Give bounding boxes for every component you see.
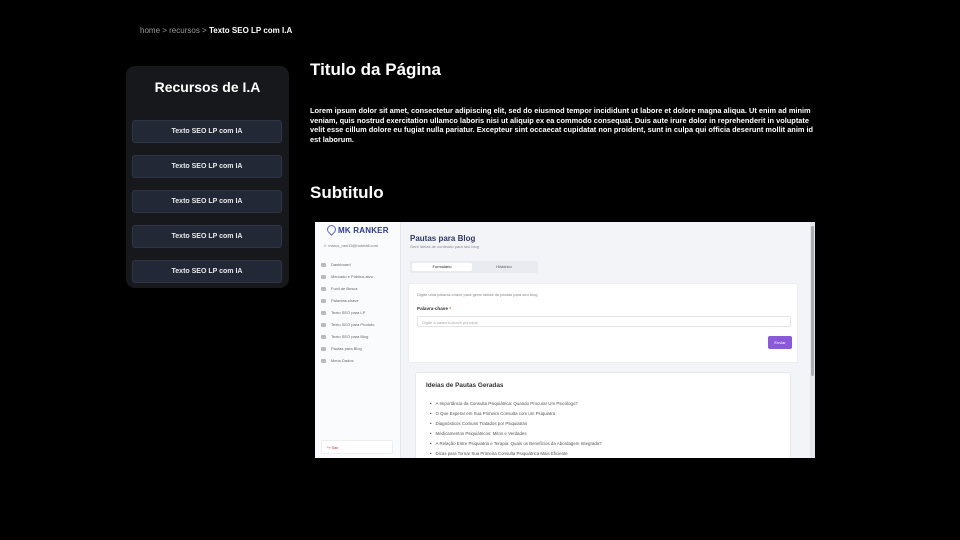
required-mark: * — [449, 306, 451, 311]
sidebar-item-button[interactable]: Texto SEO LP com IA — [132, 120, 282, 143]
breadcrumb-separator: > — [160, 26, 170, 35]
app-menu-item[interactable]: Dashboard — [321, 262, 351, 267]
user-email: ☺ marco_raw15@hotmail.com — [323, 243, 378, 248]
app-menu-item[interactable]: Mercado e Público-alvo — [321, 274, 373, 279]
doc-icon — [321, 334, 326, 339]
breadcrumb-current: Texto SEO LP com I.A — [208, 26, 293, 35]
app-sidebar: MK RANKER ☺ marco_raw15@hotmail.com Dash… — [315, 222, 401, 458]
app-menu-label: Dashboard — [331, 262, 351, 267]
keyword-label-text: Palavra-chave — [417, 306, 448, 311]
page-subtitle: Subtitulo — [310, 183, 384, 202]
doc-icon — [321, 322, 326, 327]
breadcrumb-recursos[interactable]: recursos — [169, 26, 200, 35]
resources-sidebar: Recursos de I.A Texto SEO LP com IA Text… — [126, 66, 289, 288]
app-menu-label: Meus Dados — [331, 358, 354, 363]
idea-item: Diagnósticos Comuns Tratados por Psiquia… — [430, 421, 528, 426]
app-logo: MK RANKER — [325, 223, 389, 236]
sidebar-item-button[interactable]: Texto SEO LP com IA — [132, 155, 282, 178]
tab-historico[interactable]: Histórico — [474, 263, 534, 271]
breadcrumb-home[interactable]: home — [140, 26, 160, 35]
app-menu-label: Texto SEO para LP — [331, 310, 366, 315]
app-menu-item[interactable]: Meus Dados — [321, 358, 353, 363]
app-tabs: Formulário Histórico — [410, 261, 538, 273]
user-email-text: marco_raw15@hotmail.com — [328, 243, 379, 248]
app-menu-item[interactable]: Texto SEO para Blog — [321, 334, 368, 339]
app-menu-label: Pautas para Blog — [331, 346, 362, 351]
submit-button[interactable]: Enviar — [768, 336, 792, 349]
sidebar-item-button[interactable]: Texto SEO LP com IA — [132, 190, 282, 213]
idea-item: A Relação Entre Psiquiatria e Terapia: Q… — [430, 441, 602, 446]
app-menu-item[interactable]: Pautas para Blog — [321, 346, 362, 351]
app-screenshot: MK RANKER ☺ marco_raw15@hotmail.com Dash… — [315, 222, 815, 458]
tab-formulario[interactable]: Formulário — [412, 263, 472, 271]
scrollbar-thumb[interactable] — [811, 226, 814, 376]
idea-item: A Importância da Consulta Psiquiátrica: … — [430, 401, 578, 406]
idea-item: Medicamentos Psiquiátricos: Mitos e Verd… — [430, 431, 527, 436]
form-card: Digite uma palavra-chave para gerar idei… — [408, 283, 798, 363]
scrollbar[interactable] — [810, 222, 815, 458]
app-menu-label: Palavras-chave — [331, 298, 359, 303]
app-page-title: Pautas para Blog — [410, 234, 476, 243]
idea-item: O Que Esperar em Sua Primeira Consulta c… — [430, 411, 556, 416]
ideas-title: Ideias de Pautas Geradas — [426, 382, 504, 389]
keyword-input[interactable]: Digite a palavra-chave principal — [417, 316, 791, 327]
drop-logo-icon — [325, 223, 338, 236]
keyword-label: Palavra-chave * — [417, 306, 451, 311]
idea-item: Dicas para Tornar Sua Primeira Consulta … — [430, 451, 568, 456]
sidebar-item-button[interactable]: Texto SEO LP com IA — [132, 260, 282, 283]
breadcrumb: home > recursos > Texto SEO LP com I.A — [140, 26, 292, 35]
ideas-card: Ideias de Pautas Geradas A Importância d… — [415, 372, 791, 458]
app-menu-item[interactable]: Funil de Busca — [321, 286, 357, 291]
page-body-text: Lorem ipsum dolor sit amet, consectetur … — [310, 106, 814, 144]
logout-label: Sair — [331, 445, 339, 450]
key-icon — [321, 298, 326, 303]
sidebar-item-button[interactable]: Texto SEO LP com IA — [132, 225, 282, 248]
app-logo-text: MK RANKER — [338, 226, 389, 235]
list-icon — [321, 346, 326, 351]
app-menu-item[interactable]: Palavras-chave — [321, 298, 359, 303]
grid-icon — [321, 262, 326, 267]
app-page-subtitle: Gere ideias de conteúdo para seu blog — [410, 244, 479, 249]
target-icon — [321, 274, 326, 279]
user-icon — [321, 358, 326, 363]
app-menu-label: Texto SEO para Blog — [331, 334, 369, 339]
app-menu-item[interactable]: Texto SEO para LP — [321, 310, 365, 315]
logout-button[interactable]: ↪ Sair — [321, 440, 393, 454]
funnel-icon — [321, 286, 326, 291]
app-menu-item[interactable]: Texto SEO para Produto — [321, 322, 374, 327]
page-title: Titulo da Página — [310, 60, 441, 79]
form-hint: Digite uma palavra-chave para gerar idei… — [417, 292, 538, 297]
app-menu-label: Texto SEO para Produto — [331, 322, 375, 327]
doc-icon — [321, 310, 326, 315]
app-menu-label: Mercado e Público-alvo — [331, 274, 373, 279]
sidebar-title: Recursos de I.A — [154, 79, 261, 95]
app-menu-label: Funil de Busca — [331, 286, 358, 291]
breadcrumb-separator: > — [199, 26, 209, 35]
